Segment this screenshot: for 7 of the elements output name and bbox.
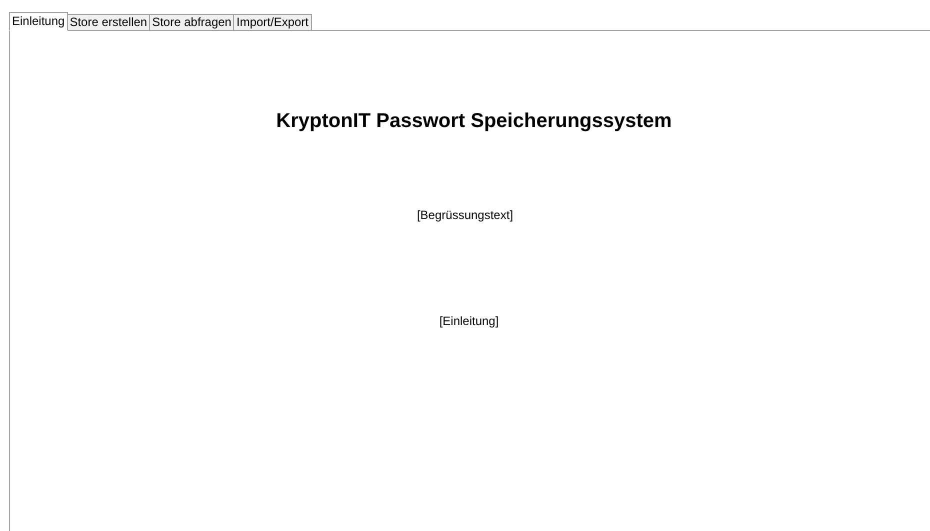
tab[interactable]: Einleitung (9, 12, 68, 31)
intro-text: [Einleitung] (439, 313, 499, 330)
page-title: KryptonIT Passwort Speicherungssystem (276, 109, 672, 134)
tab[interactable]: Import/Export (234, 14, 312, 31)
tab[interactable]: Store abfragen (150, 14, 234, 31)
tab[interactable]: Store erstellen (68, 14, 150, 31)
welcome-text: [Begrüssungstext] (416, 207, 514, 224)
